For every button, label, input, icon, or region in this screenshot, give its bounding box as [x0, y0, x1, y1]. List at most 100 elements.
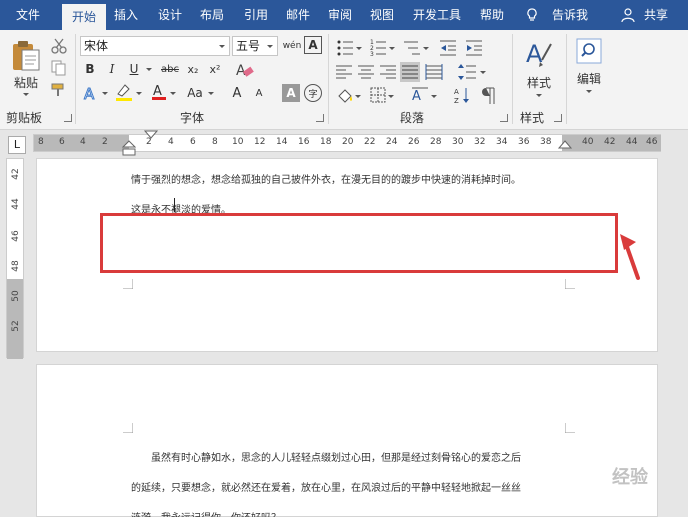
strikethrough-button[interactable]: abc: [158, 60, 182, 78]
borders-icon: [370, 87, 394, 103]
phonetic-guide-button[interactable]: wén: [282, 36, 302, 56]
share-button[interactable]: 共享: [638, 0, 674, 30]
tab-mailings[interactable]: 邮件: [278, 0, 318, 30]
chevron-down-icon[interactable]: [219, 45, 225, 48]
highlight-dropdown-icon[interactable]: [136, 92, 142, 95]
highlight-icon[interactable]: [114, 82, 134, 102]
editing-button[interactable]: 编辑: [572, 70, 606, 86]
styles-button[interactable]: 样式: [522, 74, 556, 90]
ruler-label: 10: [232, 137, 244, 147]
ruler-label: 24: [386, 137, 398, 147]
styles-dropdown-icon[interactable]: [536, 94, 542, 97]
shading-buttons-row: A AZ: [338, 87, 495, 105]
paragraph-line[interactable]: 涟漪，我永远记得你，你还好吗？: [131, 509, 281, 517]
svg-text:A: A: [412, 89, 421, 104]
group-separator: [328, 34, 329, 124]
tab-developer[interactable]: 开发工具: [406, 0, 468, 30]
font-size-combo[interactable]: 五号: [232, 36, 278, 56]
ruler-label: 36: [518, 137, 530, 147]
change-case-button[interactable]: Aa: [184, 84, 206, 102]
paragraph-launcher-icon[interactable]: [500, 114, 508, 122]
tab-references[interactable]: 引用: [236, 0, 276, 30]
clipboard-launcher-icon[interactable]: [64, 114, 72, 122]
tab-home[interactable]: 开始: [62, 4, 106, 30]
styles-launcher-icon[interactable]: [554, 114, 562, 122]
ruler-label: 4: [168, 137, 174, 147]
ruler-label: 44: [626, 137, 638, 147]
cut-icon[interactable]: [50, 38, 68, 54]
editing-dropdown-icon[interactable]: [586, 90, 592, 93]
show-marks-icon: [482, 87, 495, 104]
text-effects-icon[interactable]: A: [82, 84, 100, 103]
format-painter-icon[interactable]: [50, 82, 68, 98]
underline-button[interactable]: U: [126, 60, 142, 78]
tell-me-search[interactable]: 告诉我: [548, 0, 592, 30]
paste-icon[interactable]: [10, 38, 42, 72]
sort-icon: AZ: [454, 88, 469, 105]
right-indent-icon[interactable]: [558, 140, 572, 150]
alignment-buttons-row: [336, 62, 486, 82]
document-page-2[interactable]: 虽然有时心静如水，思念的人儿轻轻点缀划过心田，但那是经过刻骨铭心的爱恋之后 的延…: [36, 364, 658, 517]
ruler-label: 20: [342, 137, 354, 147]
character-shading-button[interactable]: A: [282, 84, 300, 102]
tab-file[interactable]: 文件: [6, 0, 50, 30]
indent-markers-icon[interactable]: [144, 130, 158, 156]
paragraph-line[interactable]: 的延续，只要想念，就必然还在爱着，放在心里，在风浪过后的平静中轻轻地掀起一丝丝: [131, 479, 521, 494]
vruler-label: 44: [11, 198, 21, 210]
shrink-font-button[interactable]: A: [250, 84, 268, 102]
chevron-down-icon[interactable]: [267, 45, 273, 48]
font-launcher-icon[interactable]: [316, 114, 324, 122]
clear-formatting-icon[interactable]: A: [234, 60, 256, 80]
grow-font-button[interactable]: A: [228, 84, 246, 102]
font-name-combo[interactable]: 宋体: [80, 36, 230, 56]
tab-design[interactable]: 设计: [148, 0, 192, 30]
copy-icon[interactable]: [50, 60, 68, 76]
character-border-button[interactable]: A: [304, 36, 322, 54]
tab-help[interactable]: 帮助: [470, 0, 514, 30]
numbering-icon: 1 2 3: [370, 39, 395, 58]
styles-icon[interactable]: A: [524, 38, 554, 72]
change-case-dropdown-icon[interactable]: [208, 92, 214, 95]
decrease-indent-icon: [440, 40, 456, 56]
multilevel-list-icon: [404, 41, 429, 55]
search-icon[interactable]: [576, 38, 602, 64]
ruler-label: 30: [452, 137, 464, 147]
tab-view[interactable]: 视图: [362, 0, 402, 30]
ruler-label: 46: [646, 137, 658, 147]
text-effects-dropdown-icon[interactable]: [102, 92, 108, 95]
ruler-label: 26: [408, 137, 420, 147]
bold-button[interactable]: B: [82, 60, 98, 78]
distributed-icon: [425, 64, 443, 80]
watermark-logo: 经验: [612, 467, 648, 488]
svg-text:A: A: [454, 88, 459, 96]
font-color-dropdown-icon[interactable]: [170, 92, 176, 95]
ruler-label: 18: [320, 137, 332, 147]
align-left-icon: [336, 65, 352, 79]
ruler-label: 2: [102, 137, 108, 147]
tab-layout[interactable]: 布局: [192, 0, 232, 30]
align-right-icon: [380, 65, 396, 79]
underline-dropdown-icon[interactable]: [146, 68, 152, 71]
superscript-button[interactable]: x²: [206, 60, 224, 78]
ruler-label: 8: [38, 137, 44, 147]
tab-selector[interactable]: L: [8, 136, 26, 154]
paste-dropdown-icon[interactable]: [23, 93, 29, 96]
align-center-icon: [358, 65, 374, 79]
paragraph-line[interactable]: 情于强烈的想念，想念给孤独的自己披件外衣，在漫无目的的踱步中快速的消耗掉时间。: [131, 171, 521, 186]
hanging-indent-icon[interactable]: [122, 140, 136, 158]
margin-corner-mark: [565, 279, 575, 289]
tab-review[interactable]: 审阅: [320, 0, 360, 30]
styles-group-label: 样式: [520, 111, 545, 125]
font-size-value: 五号: [236, 39, 261, 53]
tab-insert[interactable]: 插入: [106, 0, 146, 30]
enclose-characters-button[interactable]: 字: [304, 84, 322, 102]
font-group-label: 字体: [180, 111, 205, 125]
font-name-value: 宋体: [84, 39, 109, 53]
ruler-label: 38: [540, 137, 552, 147]
person-icon: [621, 8, 635, 23]
paste-button[interactable]: 粘贴: [10, 74, 42, 90]
paragraph-line[interactable]: 虽然有时心静如水，思念的人儿轻轻点缀划过心田，但那是经过刻骨铭心的爱恋之后: [151, 449, 521, 464]
font-color-icon[interactable]: A: [150, 82, 168, 102]
subscript-button[interactable]: x₂: [184, 60, 202, 78]
italic-button[interactable]: I: [104, 60, 120, 78]
